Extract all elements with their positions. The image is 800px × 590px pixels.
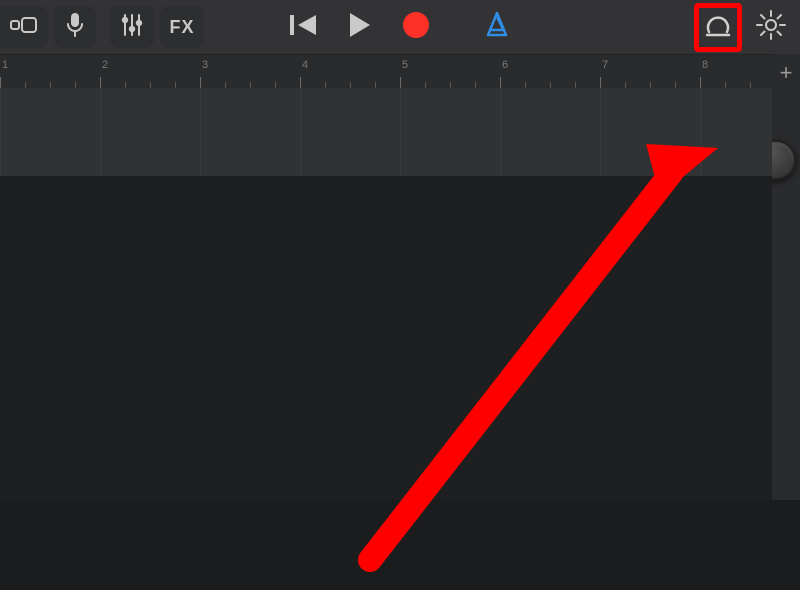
loop-button[interactable] <box>703 27 733 44</box>
workspace-area <box>0 176 772 500</box>
ruler-bar-number: 6 <box>502 59 508 71</box>
plus-icon: + <box>780 60 793 85</box>
mic-icon <box>66 12 84 43</box>
settings-button[interactable] <box>756 10 786 45</box>
play-icon <box>348 12 372 38</box>
transport-controls <box>290 11 510 44</box>
record-button[interactable] <box>402 11 430 44</box>
metronome-button[interactable] <box>484 11 510 44</box>
play-button[interactable] <box>348 12 372 43</box>
loop-icon <box>703 10 733 40</box>
ruler-bar-number: 7 <box>602 59 608 71</box>
ruler-bar-number: 5 <box>402 59 408 71</box>
track-view-button[interactable] <box>0 6 48 48</box>
track-lane[interactable] <box>0 88 772 177</box>
right-side-strip: + <box>772 54 800 500</box>
metronome-icon <box>484 11 510 39</box>
gear-icon <box>756 10 786 40</box>
sliders-icon <box>121 13 143 42</box>
add-track-button[interactable]: + <box>780 60 793 86</box>
track-view-icon <box>10 15 38 40</box>
rewind-button[interactable] <box>290 13 318 42</box>
mic-button[interactable] <box>54 6 96 48</box>
timeline-ruler[interactable]: 1 2 3 4 5 6 7 8 <box>0 55 772 90</box>
ruler-bar-number: 8 <box>702 59 708 71</box>
toolbar-right-group <box>694 3 800 52</box>
annotation-highlight-box <box>694 3 742 52</box>
toolbar-left-group: FX <box>0 6 204 48</box>
top-toolbar: FX <box>0 0 800 55</box>
ruler-bar-number: 4 <box>302 59 308 71</box>
ruler-bar-number: 3 <box>202 59 208 71</box>
ruler-bar-number: 1 <box>2 59 8 71</box>
mixer-button[interactable] <box>110 6 154 48</box>
ruler-bar-number: 2 <box>102 59 108 71</box>
fx-label: FX <box>169 17 194 38</box>
fx-button[interactable]: FX <box>160 6 204 48</box>
rewind-icon <box>290 13 318 37</box>
record-icon <box>402 11 430 39</box>
